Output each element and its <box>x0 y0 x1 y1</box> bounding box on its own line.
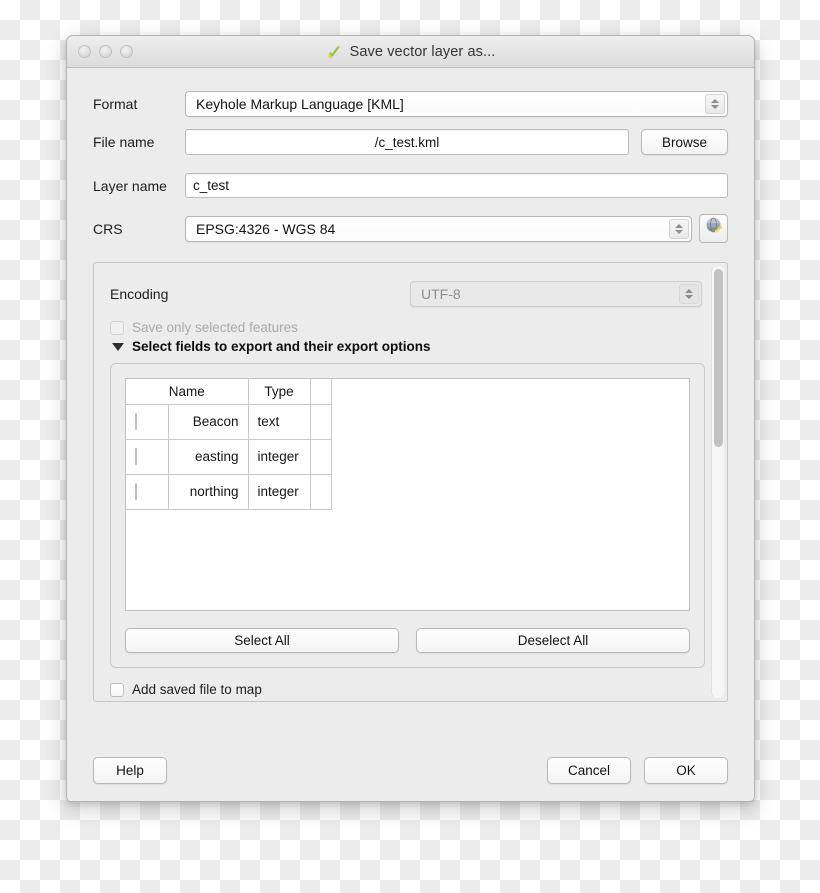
options-scroll-content: Encoding UTF-8 Save only selected featur… <box>94 263 727 697</box>
add-saved-file-row[interactable]: Add saved file to map <box>110 682 705 697</box>
fields-group: Name Type Beacon text easting integer no… <box>110 363 705 668</box>
chevron-down-icon <box>675 229 683 234</box>
chevron-down-icon <box>711 105 719 109</box>
dialog-footer: Help Cancel OK <box>67 739 754 801</box>
window-title: Save vector layer as... <box>349 44 496 60</box>
layer-name-value: c_test <box>193 178 230 193</box>
deselect-all-label: Deselect All <box>517 633 589 648</box>
encoding-label: Encoding <box>110 286 169 302</box>
encoding-select[interactable]: UTF-8 <box>410 281 702 307</box>
format-row: Format Keyhole Markup Language [KML] <box>93 91 728 117</box>
crs-value: EPSG:4326 - WGS 84 <box>196 220 336 237</box>
add-saved-file-checkbox[interactable] <box>110 682 124 697</box>
help-button[interactable]: Help <box>93 756 167 784</box>
column-header-type[interactable]: Type <box>248 379 311 405</box>
add-saved-file-label: Add saved file to map <box>132 682 262 697</box>
file-name-label: File name <box>93 134 155 150</box>
layer-name-label: Layer name <box>93 177 167 194</box>
field-type: integer <box>248 474 311 510</box>
browse-label: Browse <box>661 134 707 150</box>
format-select[interactable]: Keyhole Markup Language [KML] <box>185 91 728 117</box>
field-type: integer <box>248 439 311 475</box>
crs-select[interactable]: EPSG:4326 - WGS 84 <box>185 215 692 242</box>
encoding-stepper-icon[interactable] <box>679 284 699 304</box>
browse-button[interactable]: Browse <box>641 129 728 155</box>
chevron-down-icon <box>685 295 693 299</box>
encoding-value: UTF-8 <box>421 286 461 302</box>
row-checkbox-cell[interactable] <box>126 474 169 510</box>
file-name-value: /c_test.kml <box>374 134 440 150</box>
save-only-selected-checkbox[interactable] <box>110 320 124 335</box>
deselect-all-button[interactable]: Deselect All <box>416 628 690 653</box>
dialog-body: Format Keyhole Markup Language [KML] Fil… <box>67 68 754 702</box>
cancel-label: Cancel <box>567 762 611 778</box>
layer-name-row: Layer name c_test <box>93 173 728 198</box>
globe-pencil-icon <box>704 216 724 241</box>
row-checkbox-cell[interactable] <box>126 404 169 440</box>
ok-label: OK <box>676 762 696 778</box>
format-label: Format <box>93 96 138 112</box>
fields-table-wrap: Name Type Beacon text easting integer no… <box>125 378 690 611</box>
table-row[interactable]: easting integer <box>126 439 332 475</box>
crs-row: CRS EPSG:4326 - WGS 84 <box>93 214 728 243</box>
chevron-up-icon <box>675 223 683 228</box>
field-type: text <box>248 404 311 440</box>
file-name-row: File name /c_test.kml Browse <box>93 129 728 155</box>
cancel-button[interactable]: Cancel <box>547 756 631 784</box>
table-row[interactable]: northing integer <box>126 474 332 510</box>
select-fields-disclosure[interactable]: Select fields to export and their export… <box>110 339 705 354</box>
field-name: northing <box>168 474 249 510</box>
field-name: Beacon <box>168 404 249 440</box>
layer-name-input[interactable]: c_test <box>185 173 728 198</box>
chevron-up-icon <box>711 99 719 103</box>
field-checkbox[interactable] <box>135 448 137 465</box>
save-vector-layer-dialog: Save vector layer as... Format Keyhole M… <box>66 35 755 802</box>
encoding-row: Encoding UTF-8 <box>110 281 705 307</box>
format-stepper-icon[interactable] <box>705 94 725 114</box>
triangle-down-icon[interactable] <box>112 342 124 351</box>
chevron-up-icon <box>685 289 693 293</box>
fields-table: Name Type Beacon text easting integer no… <box>126 379 332 510</box>
window-titlebar: Save vector layer as... <box>67 36 754 68</box>
scrollbar-thumb[interactable] <box>714 269 723 447</box>
field-name: easting <box>168 439 249 475</box>
file-name-input[interactable]: /c_test.kml <box>185 129 629 155</box>
crs-stepper-icon[interactable] <box>669 218 689 239</box>
crs-label: CRS <box>93 220 123 237</box>
column-header-filler <box>310 379 332 405</box>
field-checkbox[interactable] <box>135 413 137 430</box>
select-all-label: Select All <box>234 633 290 648</box>
table-row[interactable]: Beacon text <box>126 404 332 440</box>
save-only-selected-label: Save only selected features <box>132 320 298 335</box>
format-value: Keyhole Markup Language [KML] <box>196 96 404 112</box>
select-all-button[interactable]: Select All <box>125 628 399 653</box>
qgis-pencil-icon <box>326 44 343 61</box>
row-filler <box>310 439 332 475</box>
crs-select-button[interactable] <box>699 214 728 243</box>
options-scroll-panel: Encoding UTF-8 Save only selected featur… <box>93 262 728 702</box>
ok-button[interactable]: OK <box>644 756 728 784</box>
screenshot-canvas: Save vector layer as... Format Keyhole M… <box>0 0 820 893</box>
column-header-name[interactable]: Name <box>126 379 249 405</box>
field-checkbox[interactable] <box>135 483 137 500</box>
fields-table-header-row: Name Type <box>126 379 332 405</box>
options-scrollbar[interactable] <box>711 266 724 698</box>
fields-group-buttons: Select All Deselect All <box>125 628 690 653</box>
row-checkbox-cell[interactable] <box>126 439 169 475</box>
select-fields-label: Select fields to export and their export… <box>132 339 431 354</box>
fields-table-body: Beacon text easting integer northing int… <box>126 404 332 510</box>
row-filler <box>310 404 332 440</box>
save-only-selected-row[interactable]: Save only selected features <box>110 320 705 335</box>
window-title-group: Save vector layer as... <box>67 36 754 68</box>
row-filler <box>310 474 332 510</box>
help-label: Help <box>116 762 144 778</box>
